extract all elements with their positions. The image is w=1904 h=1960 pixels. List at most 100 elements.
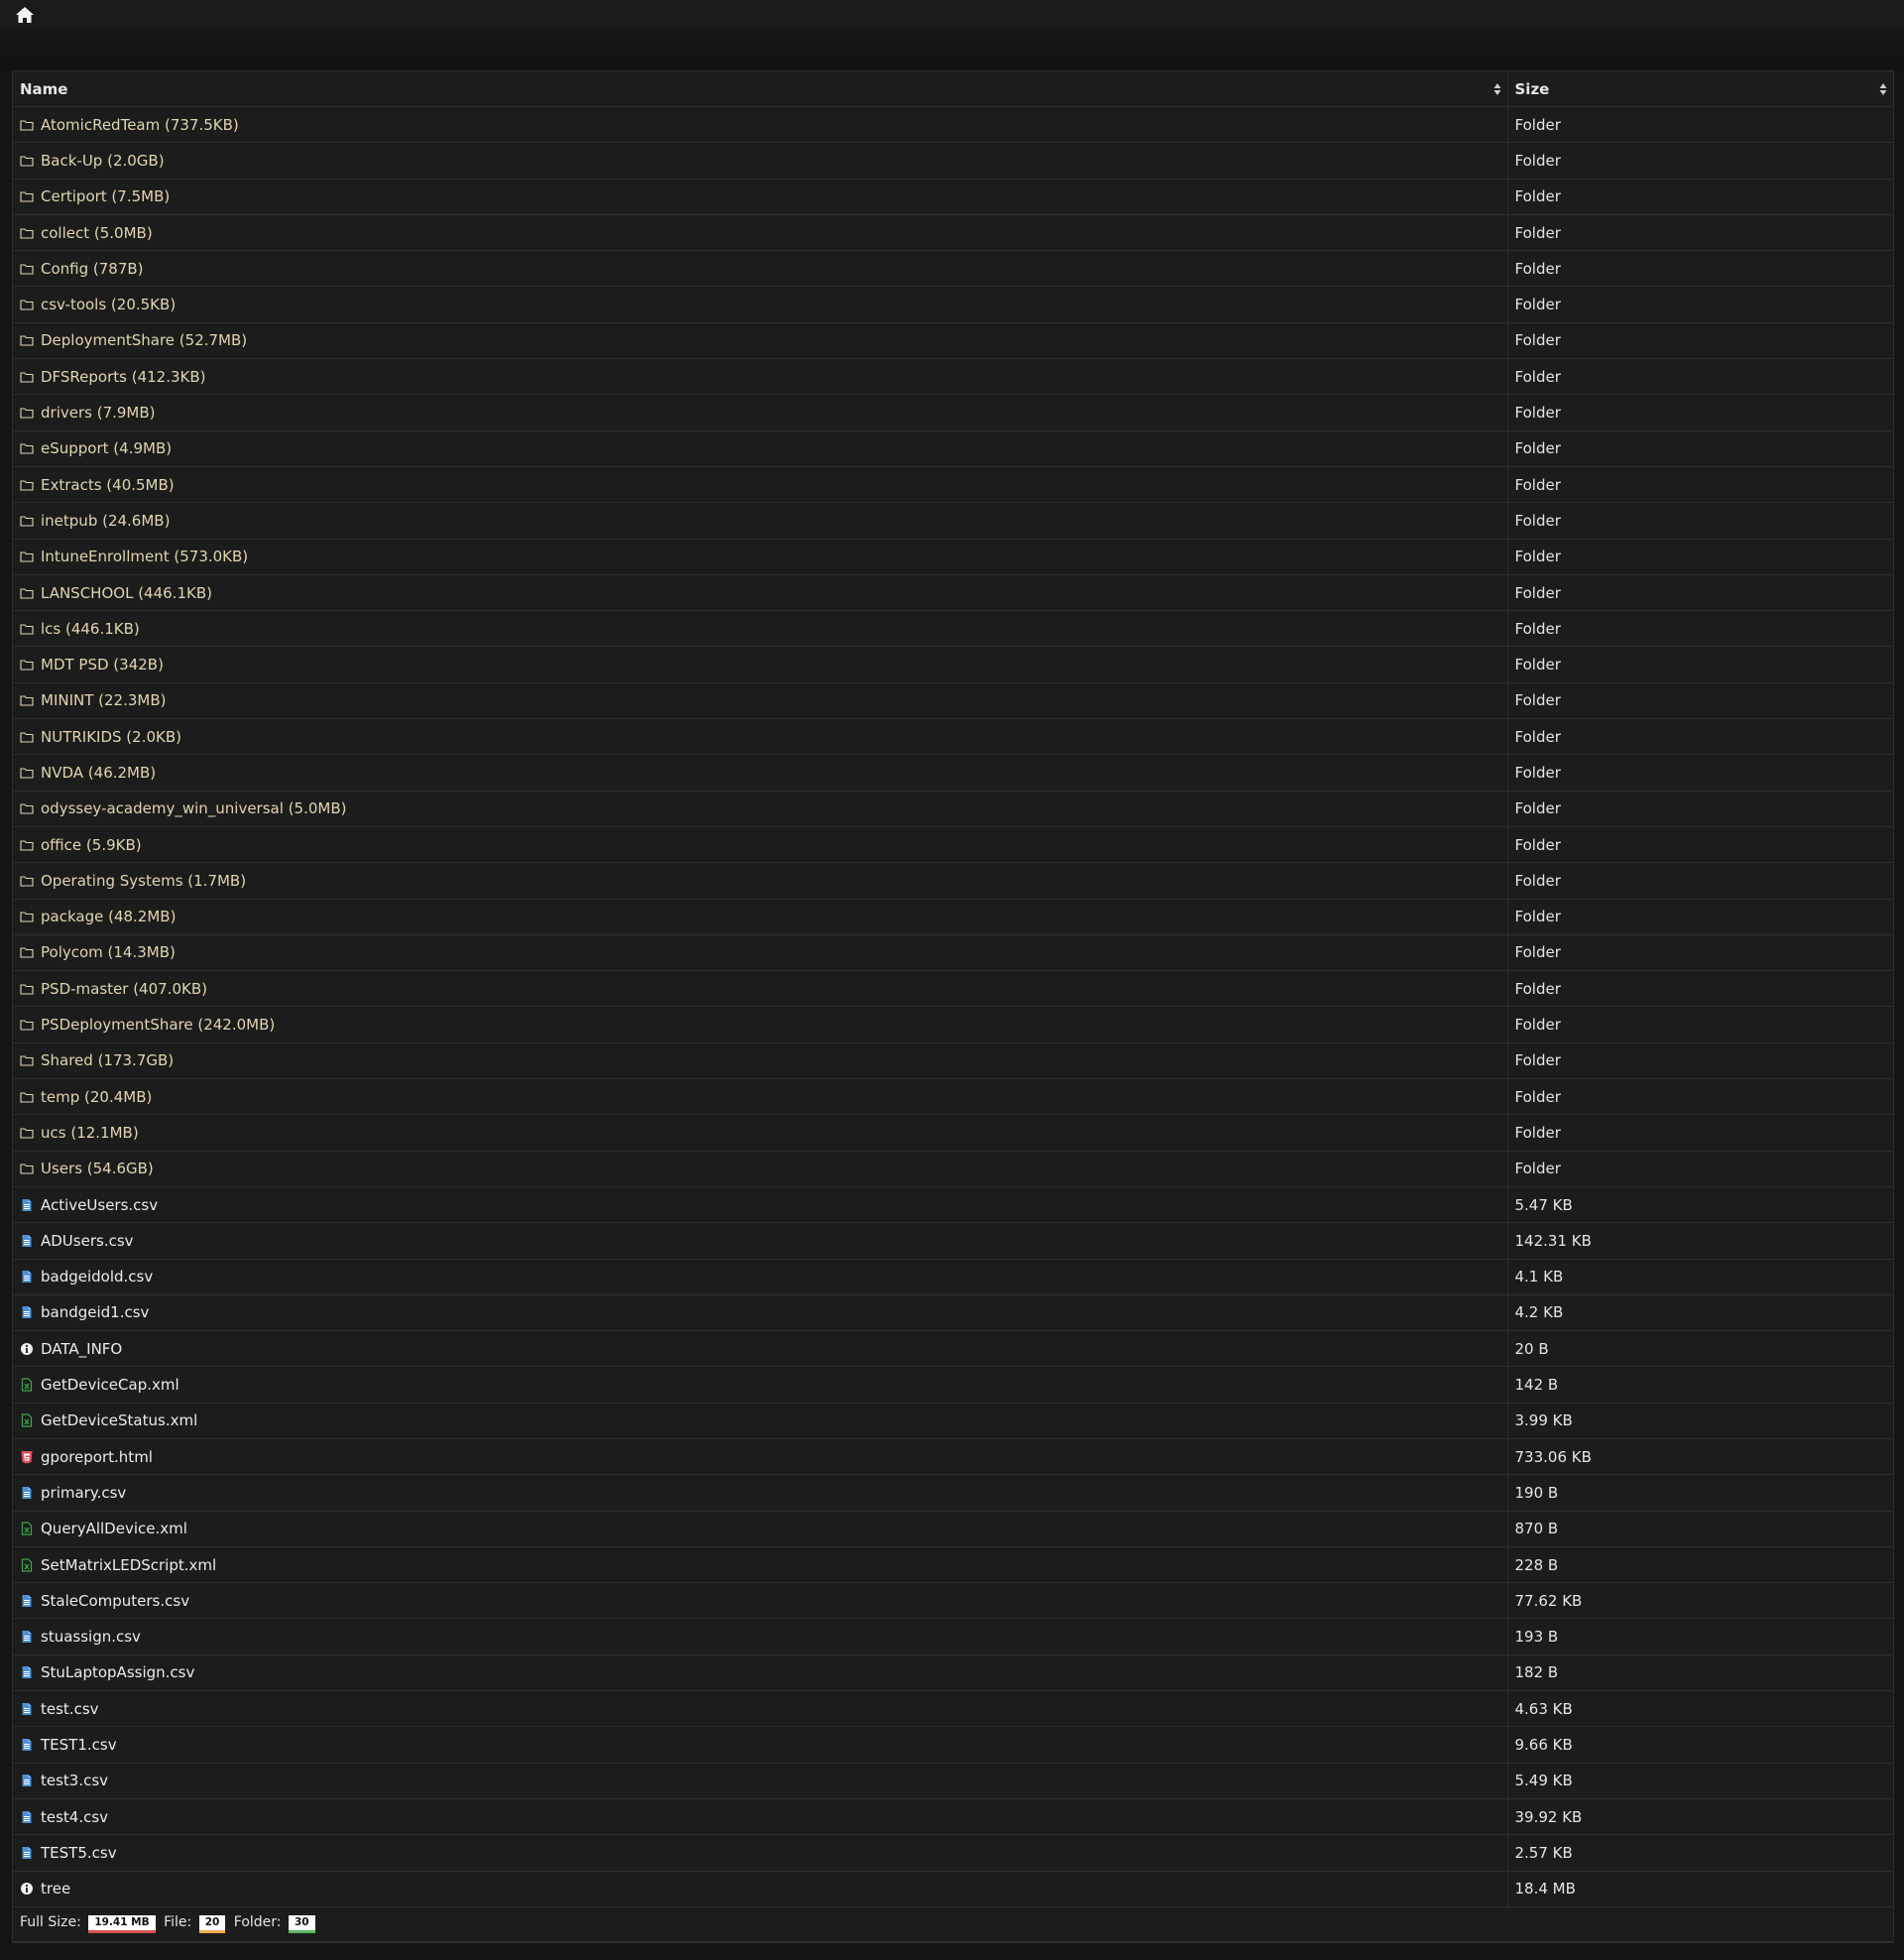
- name-cell[interactable]: stuassign.csv: [13, 1618, 1508, 1655]
- home-icon[interactable]: [15, 6, 35, 24]
- folder-link[interactable]: eSupport (4.9MB): [41, 439, 172, 457]
- name-cell[interactable]: bandgeid1.csv: [13, 1294, 1508, 1332]
- file-link[interactable]: StuLaptopAssign.csv: [41, 1663, 194, 1681]
- name-cell[interactable]: MININT (22.3MB): [13, 682, 1508, 720]
- table-row[interactable]: test4.csv 39.92 KB: [13, 1798, 1893, 1836]
- name-cell[interactable]: Certiport (7.5MB): [13, 179, 1508, 215]
- table-row[interactable]: Back-Up (2.0GB) Folder: [13, 142, 1893, 180]
- name-cell[interactable]: TEST1.csv: [13, 1726, 1508, 1764]
- folder-link[interactable]: lcs (446.1KB): [41, 620, 140, 638]
- table-row[interactable]: TEST1.csv 9.66 KB: [13, 1726, 1893, 1764]
- table-row[interactable]: stuassign.csv 193 B: [13, 1618, 1893, 1655]
- table-row[interactable]: StuLaptopAssign.csv 182 B: [13, 1654, 1893, 1692]
- folder-link[interactable]: DeploymentShare (52.7MB): [41, 331, 247, 349]
- name-cell[interactable]: lcs (446.1KB): [13, 610, 1508, 648]
- folder-link[interactable]: temp (20.4MB): [41, 1088, 152, 1106]
- file-link[interactable]: test3.csv: [41, 1772, 108, 1789]
- file-link[interactable]: primary.csv: [41, 1484, 126, 1502]
- table-row[interactable]: PSDeploymentShare (242.0MB) Folder: [13, 1006, 1893, 1043]
- table-row[interactable]: csv-tools (20.5KB) Folder: [13, 286, 1893, 323]
- file-link[interactable]: bandgeid1.csv: [41, 1303, 149, 1321]
- table-row[interactable]: QueryAllDevice.xml 870 B: [13, 1511, 1893, 1547]
- name-cell[interactable]: DFSReports (412.3KB): [13, 358, 1508, 396]
- folder-link[interactable]: AtomicRedTeam (737.5KB): [41, 116, 239, 134]
- file-link[interactable]: DATA_INFO: [41, 1340, 122, 1358]
- name-cell[interactable]: temp (20.4MB): [13, 1078, 1508, 1116]
- table-row[interactable]: NUTRIKIDS (2.0KB) Folder: [13, 718, 1893, 756]
- file-link[interactable]: stuassign.csv: [41, 1628, 141, 1646]
- name-cell[interactable]: DATA_INFO: [13, 1330, 1508, 1368]
- file-link[interactable]: SetMatrixLEDScript.xml: [41, 1556, 216, 1574]
- table-row[interactable]: PSD-master (407.0KB) Folder: [13, 970, 1893, 1008]
- table-row[interactable]: Polycom (14.3MB) Folder: [13, 934, 1893, 972]
- name-cell[interactable]: GetDeviceCap.xml: [13, 1366, 1508, 1404]
- name-cell[interactable]: Config (787B): [13, 250, 1508, 288]
- file-link[interactable]: badgeidold.csv: [41, 1268, 153, 1286]
- folder-link[interactable]: LANSCHOOL (446.1KB): [41, 584, 212, 602]
- table-row[interactable]: Extracts (40.5MB) Folder: [13, 466, 1893, 504]
- file-link[interactable]: TEST1.csv: [41, 1736, 117, 1754]
- file-link[interactable]: GetDeviceStatus.xml: [41, 1411, 197, 1429]
- file-link[interactable]: gporeport.html: [41, 1448, 153, 1466]
- folder-link[interactable]: Operating Systems (1.7MB): [41, 872, 246, 890]
- table-row[interactable]: temp (20.4MB) Folder: [13, 1078, 1893, 1116]
- sort-icon[interactable]: [1879, 81, 1887, 97]
- folder-link[interactable]: csv-tools (20.5KB): [41, 296, 176, 313]
- name-cell[interactable]: LANSCHOOL (446.1KB): [13, 574, 1508, 612]
- folder-link[interactable]: NVDA (46.2MB): [41, 764, 156, 782]
- column-header-name[interactable]: Name: [13, 71, 1508, 107]
- file-link[interactable]: TEST5.csv: [41, 1844, 117, 1862]
- name-cell[interactable]: ActiveUsers.csv: [13, 1186, 1508, 1224]
- name-cell[interactable]: inetpub (24.6MB): [13, 502, 1508, 540]
- folder-link[interactable]: Polycom (14.3MB): [41, 943, 176, 961]
- name-cell[interactable]: QueryAllDevice.xml: [13, 1511, 1508, 1547]
- name-cell[interactable]: Operating Systems (1.7MB): [13, 862, 1508, 900]
- folder-link[interactable]: MININT (22.3MB): [41, 691, 167, 709]
- name-cell[interactable]: test.csv: [13, 1690, 1508, 1728]
- table-row[interactable]: IntuneEnrollment (573.0KB) Folder: [13, 539, 1893, 575]
- folder-link[interactable]: Shared (173.7GB): [41, 1051, 174, 1069]
- table-row[interactable]: Config (787B) Folder: [13, 250, 1893, 288]
- table-row[interactable]: Operating Systems (1.7MB) Folder: [13, 862, 1893, 900]
- name-cell[interactable]: IntuneEnrollment (573.0KB): [13, 539, 1508, 575]
- table-row[interactable]: DFSReports (412.3KB) Folder: [13, 358, 1893, 396]
- name-cell[interactable]: ADUsers.csv: [13, 1222, 1508, 1260]
- name-cell[interactable]: TEST5.csv: [13, 1834, 1508, 1872]
- table-row[interactable]: odyssey-academy_win_universal (5.0MB) Fol…: [13, 791, 1893, 827]
- table-row[interactable]: DATA_INFO 20 B: [13, 1330, 1893, 1368]
- table-row[interactable]: NVDA (46.2MB) Folder: [13, 754, 1893, 792]
- table-row[interactable]: StaleComputers.csv 77.62 KB: [13, 1582, 1893, 1620]
- name-cell[interactable]: AtomicRedTeam (737.5KB): [13, 106, 1508, 144]
- name-cell[interactable]: Back-Up (2.0GB): [13, 142, 1508, 180]
- file-link[interactable]: test4.csv: [41, 1808, 108, 1826]
- folder-link[interactable]: ucs (12.1MB): [41, 1124, 139, 1142]
- table-row[interactable]: AtomicRedTeam (737.5KB) Folder: [13, 106, 1893, 144]
- name-cell[interactable]: primary.csv: [13, 1474, 1508, 1512]
- table-row[interactable]: ADUsers.csv 142.31 KB: [13, 1222, 1893, 1260]
- table-row[interactable]: tree 18.4 MB: [13, 1871, 1893, 1907]
- name-cell[interactable]: Users (54.6GB): [13, 1151, 1508, 1187]
- column-header-size[interactable]: Size: [1507, 71, 1893, 107]
- table-row[interactable]: test.csv 4.63 KB: [13, 1690, 1893, 1728]
- folder-link[interactable]: MDT PSD (342B): [41, 656, 164, 674]
- folder-link[interactable]: odyssey-academy_win_universal (5.0MB): [41, 799, 346, 817]
- table-row[interactable]: drivers (7.9MB) Folder: [13, 394, 1893, 431]
- table-row[interactable]: MDT PSD (342B) Folder: [13, 646, 1893, 683]
- file-link[interactable]: QueryAllDevice.xml: [41, 1520, 187, 1537]
- name-cell[interactable]: drivers (7.9MB): [13, 394, 1508, 431]
- folder-link[interactable]: drivers (7.9MB): [41, 404, 156, 422]
- name-cell[interactable]: badgeidold.csv: [13, 1259, 1508, 1295]
- table-row[interactable]: inetpub (24.6MB) Folder: [13, 502, 1893, 540]
- folder-link[interactable]: Back-Up (2.0GB): [41, 152, 165, 170]
- table-row[interactable]: GetDeviceCap.xml 142 B: [13, 1366, 1893, 1404]
- file-link[interactable]: StaleComputers.csv: [41, 1592, 189, 1610]
- table-row[interactable]: package (48.2MB) Folder: [13, 899, 1893, 935]
- name-cell[interactable]: odyssey-academy_win_universal (5.0MB): [13, 791, 1508, 827]
- table-row[interactable]: bandgeid1.csv 4.2 KB: [13, 1294, 1893, 1332]
- name-cell[interactable]: csv-tools (20.5KB): [13, 286, 1508, 323]
- table-row[interactable]: Users (54.6GB) Folder: [13, 1151, 1893, 1187]
- name-cell[interactable]: package (48.2MB): [13, 899, 1508, 935]
- name-cell[interactable]: Shared (173.7GB): [13, 1042, 1508, 1080]
- folder-link[interactable]: IntuneEnrollment (573.0KB): [41, 548, 248, 565]
- table-row[interactable]: collect (5.0MB) Folder: [13, 214, 1893, 252]
